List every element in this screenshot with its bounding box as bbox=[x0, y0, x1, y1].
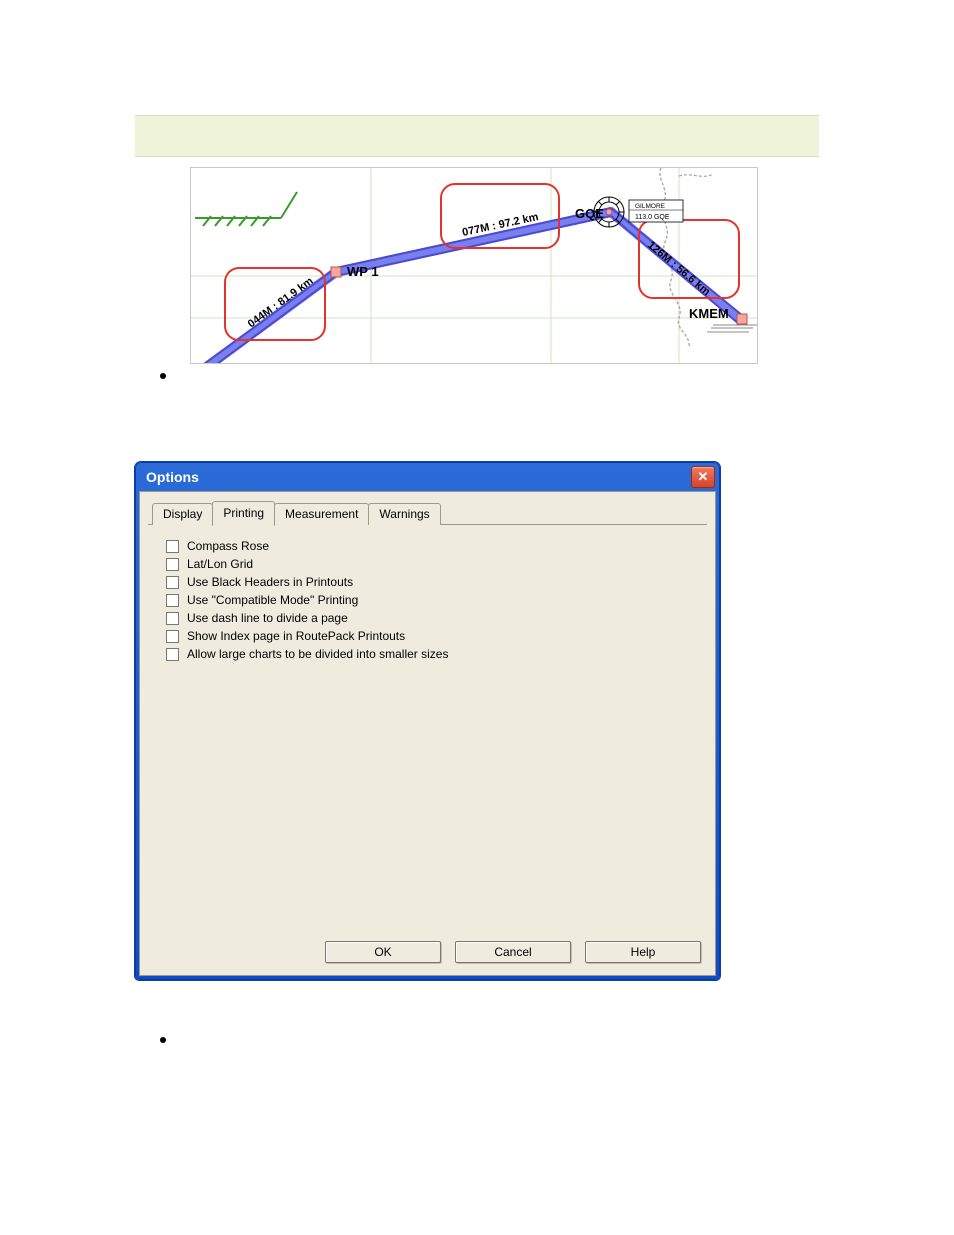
checkbox-label: Lat/Lon Grid bbox=[187, 557, 253, 571]
close-button[interactable]: ✕ bbox=[691, 466, 715, 488]
svg-text:GILMORE: GILMORE bbox=[635, 203, 666, 210]
list-bullet-1 bbox=[160, 368, 954, 382]
tab-display[interactable]: Display bbox=[152, 503, 213, 525]
checkbox-row-divide-large: Allow large charts to be divided into sm… bbox=[166, 645, 707, 663]
leg-label-1: 044M : 81.9 km bbox=[246, 275, 316, 330]
dialog-button-row: OK Cancel Help bbox=[325, 941, 701, 963]
checkbox-label: Use dash line to divide a page bbox=[187, 611, 348, 625]
ok-button[interactable]: OK bbox=[325, 941, 441, 963]
checkbox-divide-large[interactable] bbox=[166, 648, 179, 661]
tab-printing[interactable]: Printing bbox=[212, 501, 275, 526]
waypoint-label-wp1: WP 1 bbox=[347, 264, 379, 279]
checkbox-label: Compass Rose bbox=[187, 539, 269, 553]
dialog-title: Options bbox=[146, 469, 199, 485]
checkbox-compass-rose[interactable] bbox=[166, 540, 179, 553]
svg-text:113.0 GQE: 113.0 GQE bbox=[635, 214, 670, 221]
close-icon: ✕ bbox=[698, 469, 709, 485]
waypoint-label-kmem: KMEM bbox=[689, 306, 729, 321]
tabs-row: Display Printing Measurement Warnings bbox=[148, 500, 707, 525]
cancel-button[interactable]: Cancel bbox=[455, 941, 571, 963]
route-map-figure: WP 1 GQE bbox=[190, 167, 758, 364]
printing-options-list: Compass Rose Lat/Lon Grid Use Black Head… bbox=[148, 535, 707, 663]
route-map-svg: WP 1 GQE bbox=[191, 168, 757, 363]
waypoint-label-gqe: GQE bbox=[575, 206, 604, 221]
checkbox-dash-line[interactable] bbox=[166, 612, 179, 625]
waypoint-marker-wp1 bbox=[331, 267, 341, 277]
checkbox-label: Show Index page in RoutePack Printouts bbox=[187, 629, 405, 643]
checkbox-row-index-page: Show Index page in RoutePack Printouts bbox=[166, 627, 707, 645]
list-bullet-2 bbox=[160, 1032, 954, 1046]
checkbox-label: Use "Compatible Mode" Printing bbox=[187, 593, 358, 607]
page-banner bbox=[135, 115, 819, 157]
options-dialog: Options ✕ Display Printing Measurement W… bbox=[135, 462, 720, 980]
help-button[interactable]: Help bbox=[585, 941, 701, 963]
checkbox-row-black-headers: Use Black Headers in Printouts bbox=[166, 573, 707, 591]
checkbox-compatible-mode[interactable] bbox=[166, 594, 179, 607]
checkbox-label: Allow large charts to be divided into sm… bbox=[187, 647, 448, 661]
navaid-box-gqe: GILMORE 113.0 GQE bbox=[629, 200, 683, 222]
checkbox-index-page[interactable] bbox=[166, 630, 179, 643]
dialog-body: Display Printing Measurement Warnings Co… bbox=[139, 491, 716, 976]
tab-measurement[interactable]: Measurement bbox=[274, 503, 369, 525]
waypoint-marker-kmem bbox=[737, 314, 747, 324]
dialog-titlebar[interactable]: Options ✕ bbox=[136, 463, 719, 491]
checkbox-black-headers[interactable] bbox=[166, 576, 179, 589]
tab-warnings[interactable]: Warnings bbox=[368, 503, 440, 525]
checkbox-row-latlon-grid: Lat/Lon Grid bbox=[166, 555, 707, 573]
checkbox-row-compatible-mode: Use "Compatible Mode" Printing bbox=[166, 591, 707, 609]
checkbox-row-dash-line: Use dash line to divide a page bbox=[166, 609, 707, 627]
checkbox-latlon-grid[interactable] bbox=[166, 558, 179, 571]
checkbox-row-compass-rose: Compass Rose bbox=[166, 537, 707, 555]
checkbox-label: Use Black Headers in Printouts bbox=[187, 575, 353, 589]
